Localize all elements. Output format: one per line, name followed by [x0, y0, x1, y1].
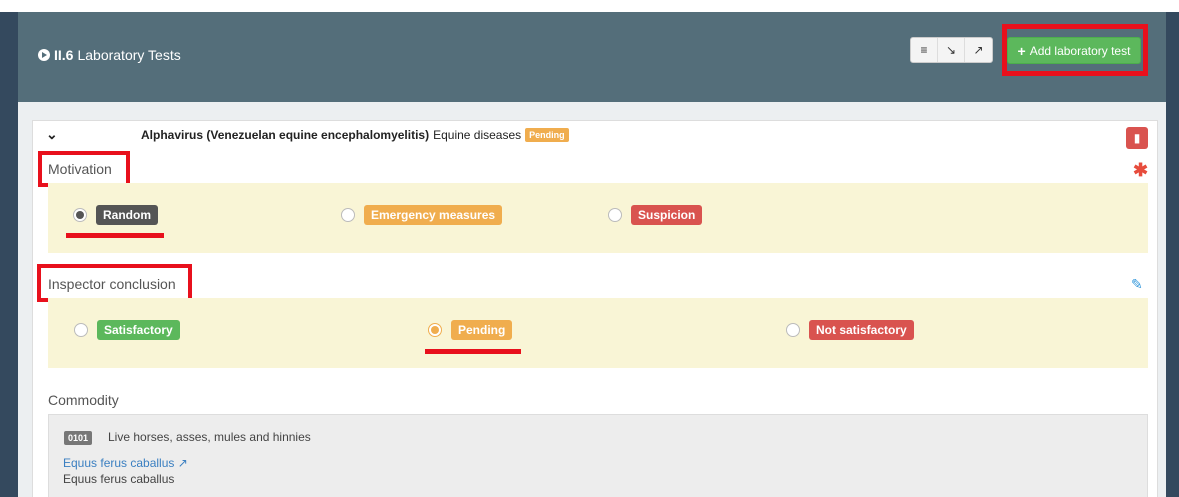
species-name: Equus ferus caballus — [63, 472, 175, 486]
section-title: Laboratory Tests — [77, 47, 181, 63]
radio-button[interactable] — [428, 323, 442, 337]
motivation-option-suspicion[interactable]: Suspicion — [608, 205, 703, 225]
motivation-options — [48, 183, 1148, 253]
right-border — [1166, 12, 1179, 497]
motivation-option-random[interactable]: Random — [73, 205, 158, 225]
radio-button[interactable] — [73, 208, 87, 222]
radio-button[interactable] — [608, 208, 622, 222]
required-asterisk-icon: ✱ — [1133, 160, 1149, 180]
test-category: Equine diseases — [433, 128, 522, 142]
option-label: Random — [96, 205, 158, 225]
option-label: Not satisfactory — [809, 320, 914, 340]
motivation-option-emergency[interactable]: Emergency measures — [341, 205, 503, 225]
highlight-box-motivation — [38, 151, 130, 187]
highlight-underline-random — [66, 233, 164, 238]
section-number: II.6 — [54, 47, 74, 63]
conclusion-options — [48, 298, 1148, 368]
list-icon[interactable]: ≡ — [911, 38, 938, 62]
external-link-icon: ↗ — [177, 456, 188, 470]
delete-button[interactable]: ▮ — [1126, 127, 1148, 149]
conclusion-option-not-satisfactory[interactable]: Not satisfactory — [786, 320, 914, 340]
highlight-underline-pending — [425, 349, 521, 354]
highlight-box-add-button — [1002, 24, 1148, 76]
panel-title[interactable]: II.6 Laboratory Tests — [38, 47, 181, 63]
circle-arrow-icon — [38, 49, 50, 61]
chevron-down-icon[interactable]: ⌄ — [46, 126, 58, 143]
edit-icon[interactable]: ✎ — [1131, 276, 1143, 293]
trash-icon: ▮ — [1133, 131, 1141, 145]
view-button-group: ≡ ↘ ↗ — [910, 37, 993, 63]
conclusion-option-satisfactory[interactable]: Satisfactory — [74, 320, 180, 340]
collapse-icon[interactable]: ↘ — [938, 38, 965, 62]
test-name: Alphavirus (Venezuelan equine encephalom… — [141, 128, 430, 142]
species-link-text: Equus ferus caballus — [63, 456, 175, 470]
lab-test-title: Alphavirus (Venezuelan equine encephalom… — [141, 128, 569, 142]
option-label: Emergency measures — [364, 205, 503, 225]
option-label: Suspicion — [631, 205, 703, 225]
conclusion-option-pending[interactable]: Pending — [428, 320, 513, 340]
option-label: Satisfactory — [97, 320, 180, 340]
left-border — [0, 12, 18, 497]
radio-button[interactable] — [74, 323, 88, 337]
panel-header: II.6 Laboratory Tests — [18, 12, 1166, 102]
option-label: Pending — [451, 320, 513, 340]
radio-button[interactable] — [341, 208, 355, 222]
status-badge: Pending — [525, 128, 569, 142]
highlight-box-conclusion — [37, 264, 192, 302]
expand-icon[interactable]: ↗ — [965, 38, 992, 62]
commodity-description: Live horses, asses, mules and hinnies — [108, 430, 311, 444]
commodity-code-badge: 0101 — [64, 431, 93, 445]
top-strip — [0, 0, 1179, 12]
radio-button[interactable] — [786, 323, 800, 337]
commodity-box — [48, 414, 1148, 497]
commodity-label: Commodity — [48, 392, 119, 408]
species-link[interactable]: Equus ferus caballus ↗ — [63, 456, 188, 470]
